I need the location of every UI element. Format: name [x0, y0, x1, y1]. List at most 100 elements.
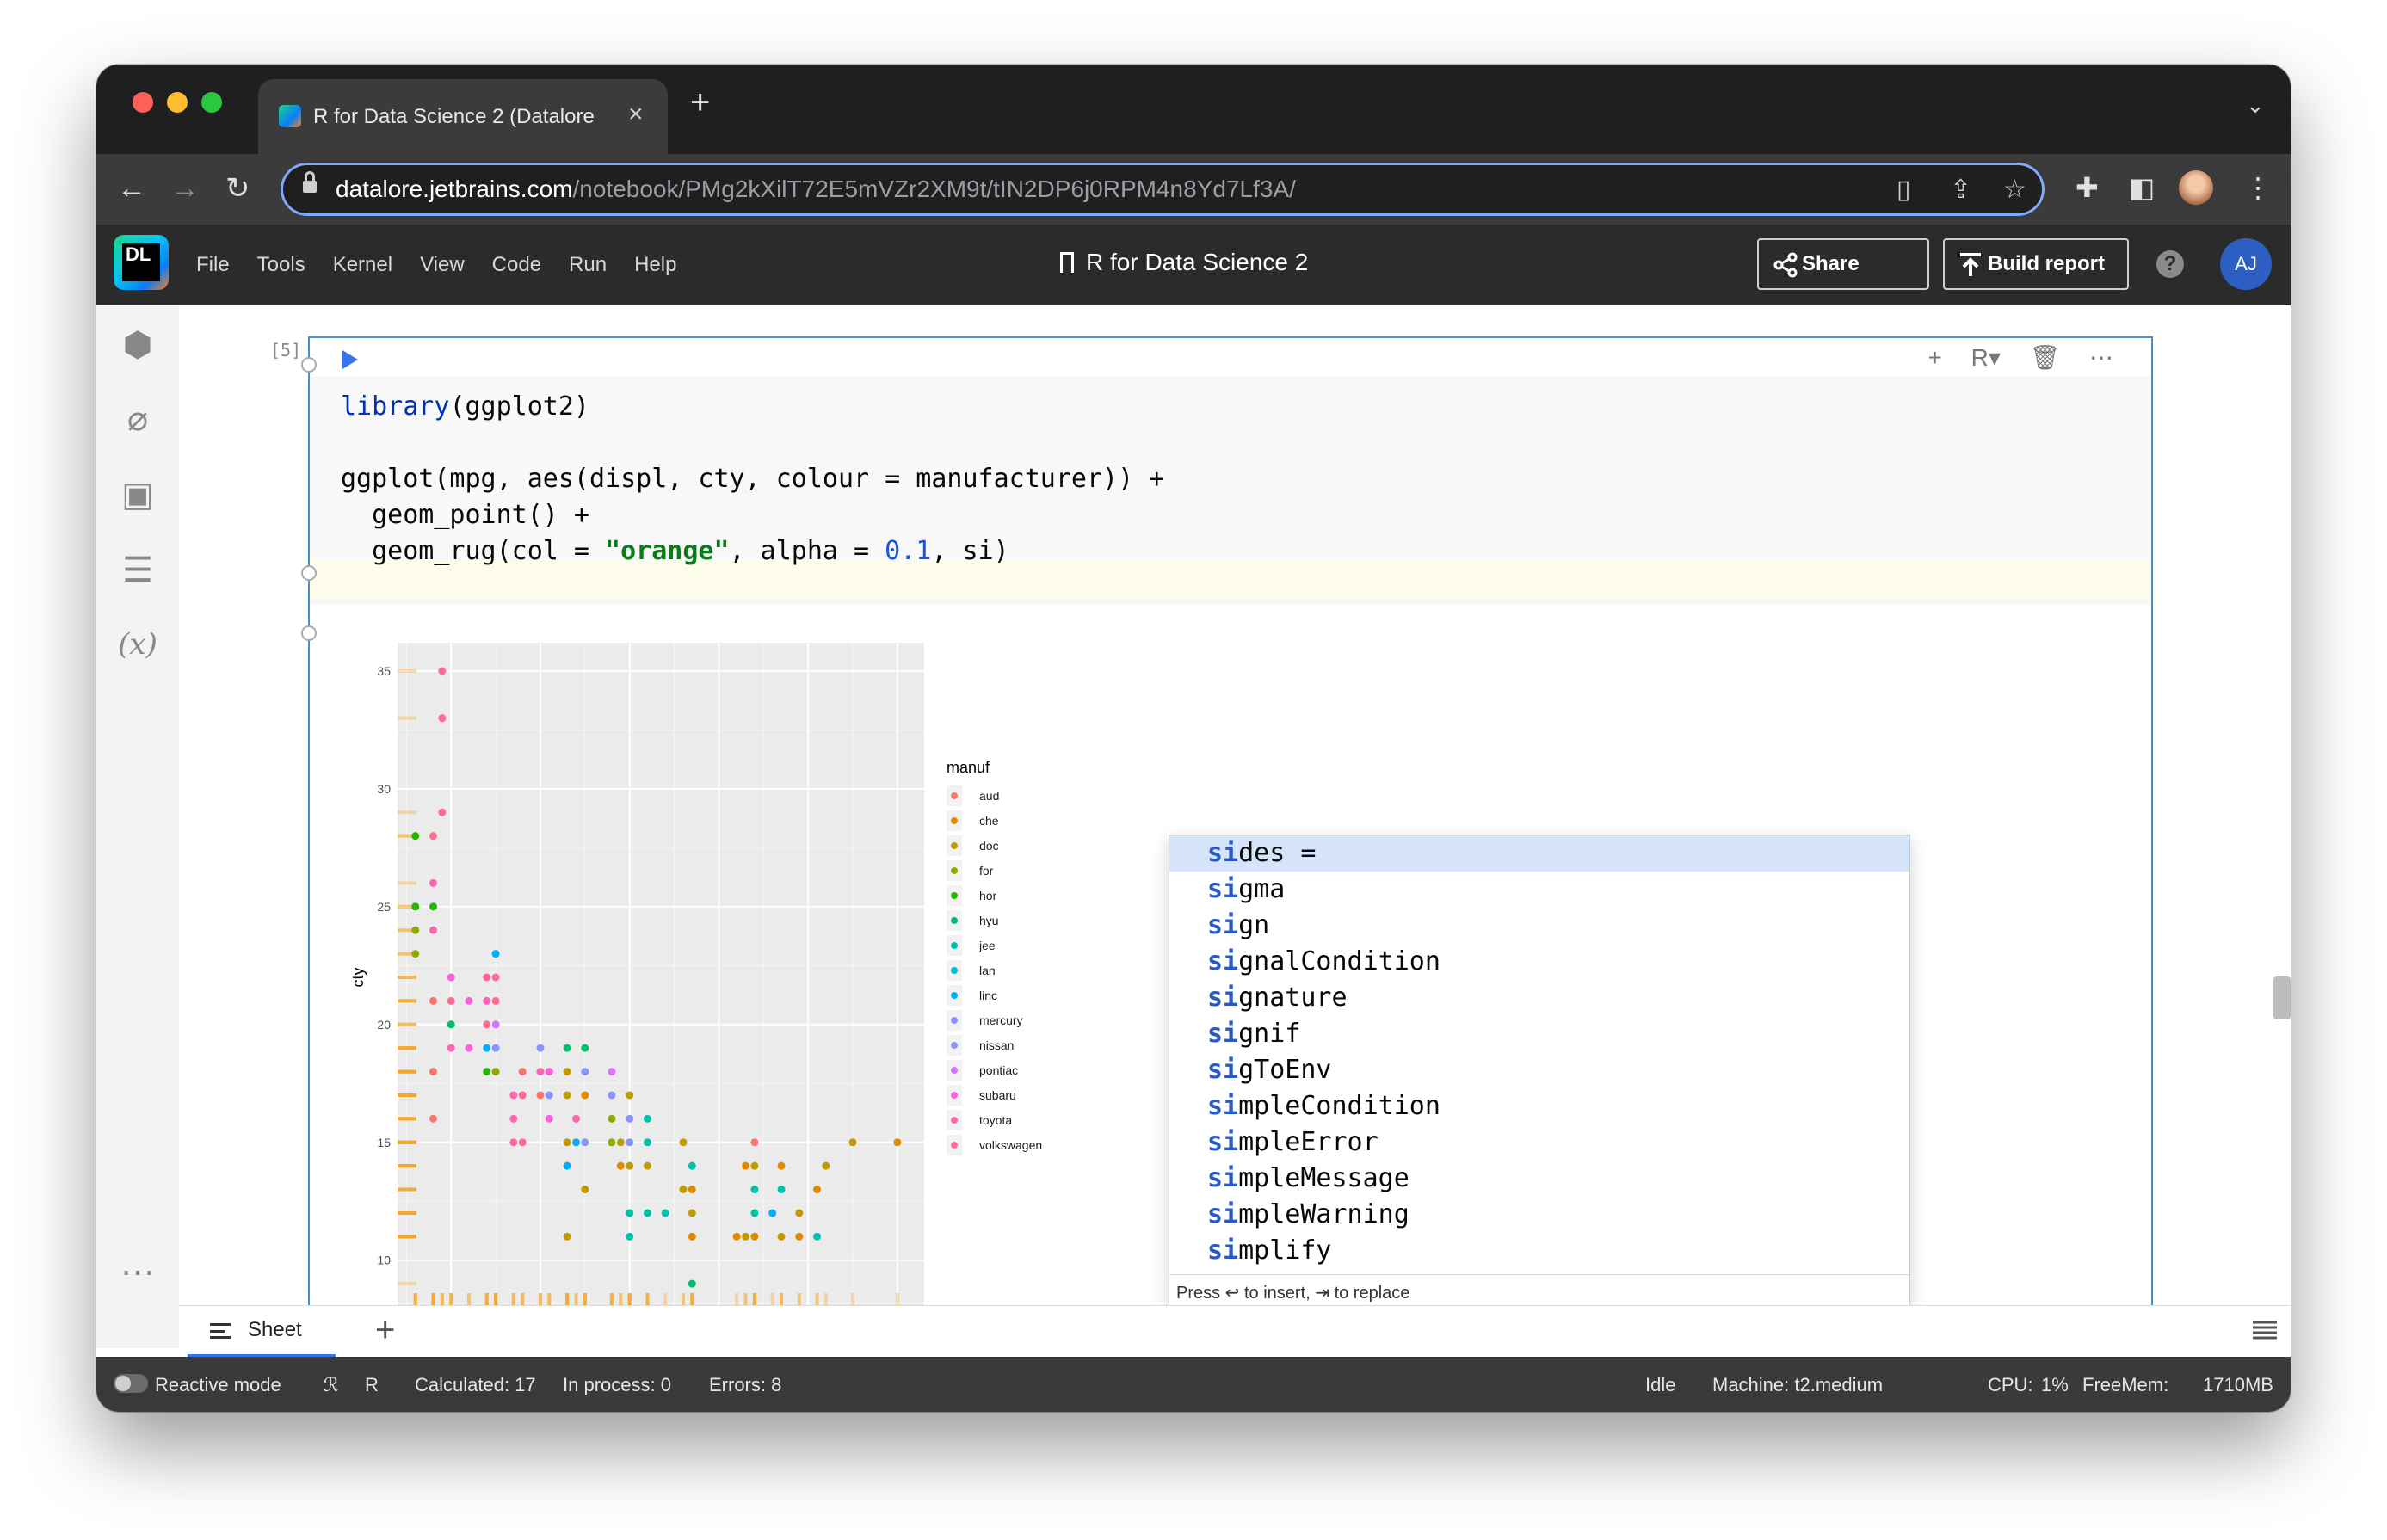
autocomplete-item[interactable]: signalCondition [1169, 944, 1909, 980]
code-line-4: geom_point() + [341, 500, 589, 530]
menu-file[interactable]: File [196, 253, 230, 277]
data-point [491, 950, 500, 958]
clipboard-icon[interactable]: ▯ [1897, 175, 1911, 205]
errors-count[interactable]: Errors: 8 [709, 1374, 781, 1396]
data-point [429, 1114, 437, 1123]
data-point [536, 1068, 545, 1076]
new-tab-button[interactable]: + [690, 85, 710, 120]
browser-profile-avatar[interactable] [2179, 170, 2213, 205]
data-point [688, 1279, 696, 1288]
cell-more-dots-icon[interactable]: ⋯ [2089, 344, 2113, 371]
back-arrow-icon[interactable]: ← [117, 171, 146, 206]
extensions-puzzle-icon[interactable]: ✚ [2076, 171, 2099, 204]
data-point [893, 1138, 902, 1147]
legend-swatch [951, 917, 958, 924]
fold-marker-icon[interactable] [301, 565, 317, 581]
autocomplete-item[interactable]: sigma [1169, 872, 1909, 908]
y-tick-label: 20 [377, 1018, 391, 1032]
lock-icon[interactable] [303, 171, 317, 195]
environment-chip-icon[interactable]: ▣ [117, 474, 158, 515]
fold-marker-icon[interactable] [301, 625, 317, 641]
cell-execution-number: [5] [270, 340, 302, 360]
menu-run[interactable]: Run [569, 253, 607, 277]
menu-code[interactable]: Code [492, 253, 541, 277]
data-point [563, 1161, 571, 1170]
maximize-window-button[interactable] [201, 92, 222, 113]
data-point [465, 1044, 473, 1052]
close-tab-icon[interactable]: × [628, 100, 644, 129]
autocomplete-item[interactable]: simpleError [1169, 1124, 1909, 1161]
kernel-label[interactable]: R [365, 1374, 379, 1396]
autocomplete-item[interactable]: signature [1169, 980, 1909, 1016]
datalore-logo[interactable]: DL [114, 235, 169, 290]
outline-list-icon[interactable]: ☰ [117, 550, 158, 591]
share-page-icon[interactable]: ⇪ [1950, 175, 1971, 205]
run-cell-play-icon[interactable] [342, 350, 358, 369]
data-point [491, 996, 500, 1005]
minimize-window-button[interactable] [167, 92, 188, 113]
cube-workspace-icon[interactable]: ⬢ [117, 324, 158, 366]
variables-icon[interactable]: (x) [117, 624, 158, 665]
fold-marker-icon[interactable] [301, 357, 317, 373]
menu-help[interactable]: Help [634, 253, 676, 277]
share-button[interactable]: Share [1757, 238, 1929, 290]
more-dots-icon[interactable]: ⋯ [117, 1252, 158, 1293]
data-point [616, 1161, 625, 1170]
user-avatar[interactable]: AJ [2220, 238, 2272, 290]
autocomplete-item[interactable]: simplify [1169, 1233, 1909, 1269]
data-point [777, 1232, 786, 1241]
data-point [429, 878, 437, 887]
data-point [608, 1068, 616, 1076]
reload-icon[interactable]: ↻ [225, 171, 250, 206]
close-window-button[interactable] [133, 92, 153, 113]
bookmark-star-icon[interactable]: ☆ [2003, 175, 2026, 205]
autocomplete-item[interactable]: simpleWarning [1169, 1197, 1909, 1233]
menu-view[interactable]: View [420, 253, 465, 277]
tab-search-chevron-icon[interactable]: ⌄ [2246, 92, 2265, 119]
data-point [411, 926, 420, 934]
side-panel-icon[interactable]: ◧ [2129, 171, 2155, 204]
legend-label: subaru [979, 1088, 1016, 1102]
data-point [545, 1114, 553, 1123]
legend-label: hyu [979, 914, 999, 927]
attachment-paperclip-icon[interactable]: ⌀ [117, 398, 158, 440]
machine-type[interactable]: Machine: t2.medium [1712, 1374, 1883, 1396]
sheets-menu-icon[interactable] [2253, 1318, 2277, 1342]
data-point [581, 1186, 589, 1194]
legend-label: lan [979, 964, 996, 977]
legend-swatch [951, 992, 958, 999]
reactive-mode-toggle[interactable] [114, 1374, 148, 1393]
data-point [438, 667, 447, 675]
address-bar[interactable]: datalore.jetbrains.com/notebook/PMg2kXil… [281, 163, 2045, 216]
r-language-icon[interactable]: R▾ [1971, 344, 2001, 371]
data-point [429, 1068, 437, 1076]
menu-tools[interactable]: Tools [257, 253, 305, 277]
add-sheet-plus-icon[interactable]: + [375, 1311, 395, 1350]
data-point [411, 902, 420, 911]
data-point [563, 1044, 571, 1052]
legend-label: mercury [979, 1013, 1023, 1027]
add-cell-plus-icon[interactable]: + [1927, 344, 1941, 371]
autocomplete-item[interactable]: simpleCondition [1169, 1088, 1909, 1124]
notebook-title[interactable]: R for Data Science 2 [1060, 249, 1308, 276]
browser-menu-icon[interactable]: ⋮ [2244, 171, 2272, 204]
forward-arrow-icon[interactable]: → [170, 171, 200, 206]
code-editor[interactable]: library(ggplot2) ggplot(mpg, aes(displ, … [310, 376, 2151, 605]
autocomplete-item[interactable]: sign [1169, 908, 1909, 944]
help-icon[interactable]: ? [2156, 250, 2184, 278]
legend-label: volkswagen [979, 1138, 1042, 1152]
menu-kernel[interactable]: Kernel [333, 253, 392, 277]
autocomplete-item[interactable]: sides = [1169, 835, 1909, 872]
data-point [447, 1020, 455, 1029]
vertical-scrollbar-thumb[interactable] [2273, 976, 2291, 1019]
browser-tab-active[interactable]: R for Data Science 2 (Datalore × [258, 79, 668, 154]
url-text[interactable]: datalore.jetbrains.com/notebook/PMg2kXil… [336, 176, 1296, 203]
sheet-tab[interactable]: Sheet [188, 1306, 336, 1358]
autocomplete-item[interactable]: sigToEnv [1169, 1052, 1909, 1088]
delete-cell-trash-icon[interactable]: 🗑 [2030, 344, 2061, 371]
data-point [750, 1161, 759, 1170]
data-point [483, 1044, 491, 1052]
autocomplete-item[interactable]: simpleMessage [1169, 1161, 1909, 1197]
build-report-button[interactable]: Build report [1943, 238, 2129, 290]
autocomplete-item[interactable]: signif [1169, 1016, 1909, 1052]
